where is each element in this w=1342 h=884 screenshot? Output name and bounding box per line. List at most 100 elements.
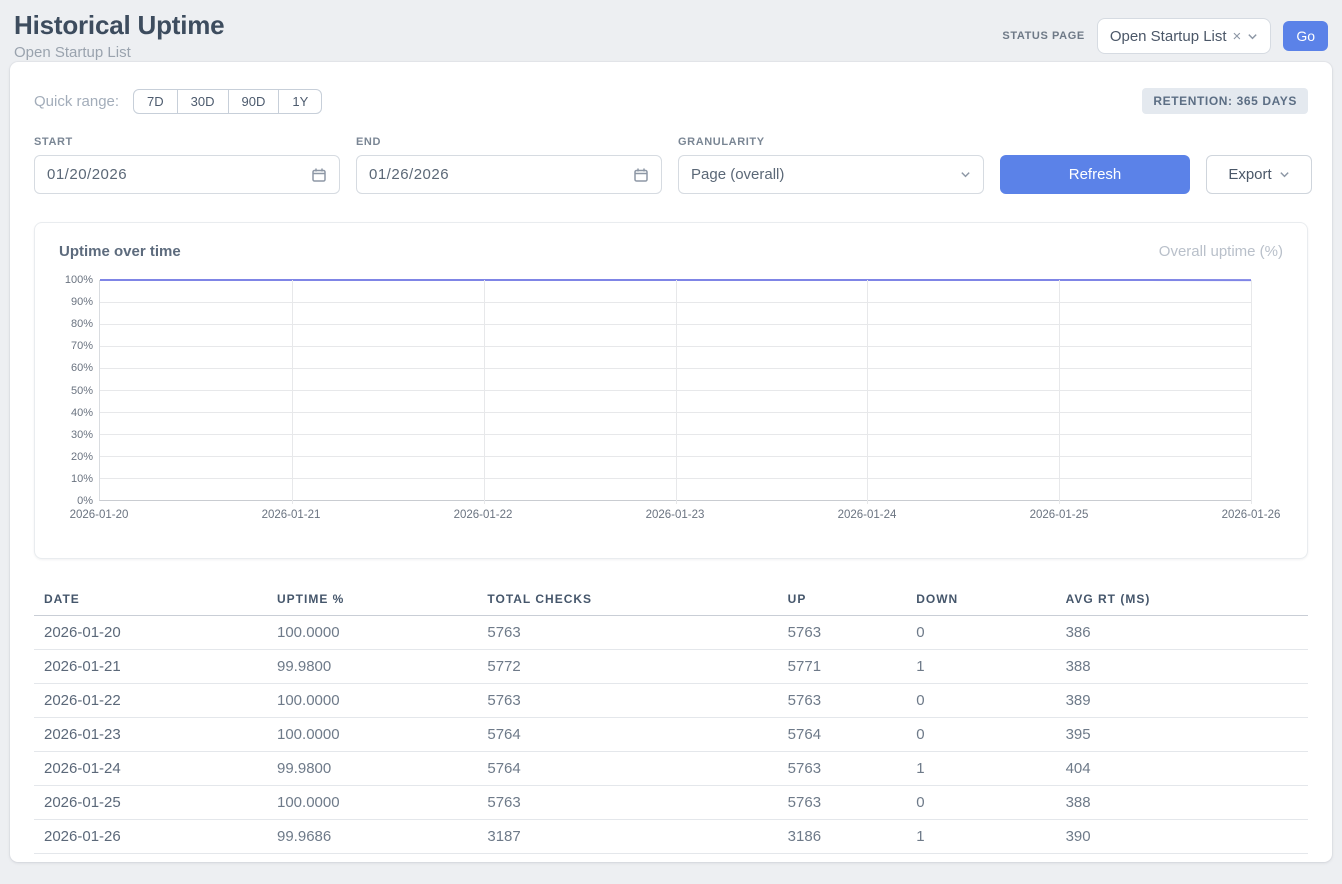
y-axis-tick-label: 10% [71, 473, 93, 485]
table-cell: 0 [906, 718, 1055, 752]
end-date-value: 01/26/2026 [369, 166, 449, 183]
table-row: 2026-01-25100.0000576357630388 [34, 786, 1308, 820]
export-button-label: Export [1228, 166, 1271, 183]
table-cell: 389 [1056, 684, 1308, 718]
table-cell: 0 [906, 684, 1055, 718]
uptime-table: DATEUPTIME %TOTAL CHECKSUPDOWNAVG RT (MS… [34, 583, 1308, 854]
table-cell: 388 [1056, 786, 1308, 820]
status-page-label: STATUS PAGE [1002, 30, 1084, 42]
table-column-header: UPTIME % [267, 583, 477, 616]
x-axis-tick-label: 2026-01-22 [454, 509, 513, 521]
header-titles: Historical Uptime Open Startup List [14, 10, 224, 61]
table-cell: 404 [1056, 752, 1308, 786]
granularity-select[interactable]: Page (overall) [678, 155, 984, 194]
y-axis-tick-label: 60% [71, 362, 93, 374]
status-page-select[interactable]: Open Startup List × [1097, 18, 1272, 54]
y-axis-tick-label: 70% [71, 340, 93, 352]
table-cell: 5763 [477, 684, 777, 718]
start-date-field-group: START 01/20/2026 [34, 136, 340, 194]
table-column-header: AVG RT (MS) [1056, 583, 1308, 616]
table-row: 2026-01-23100.0000576457640395 [34, 718, 1308, 752]
table-column-header: UP [778, 583, 907, 616]
y-axis-tick-label: 30% [71, 429, 93, 441]
vertical-gridline [484, 280, 485, 504]
table-cell: 2026-01-22 [34, 684, 267, 718]
granularity-field-group: GRANULARITY Page (overall) [678, 136, 984, 194]
start-date-input[interactable]: 01/20/2026 [34, 155, 340, 194]
end-date-field-group: END 01/26/2026 [356, 136, 662, 194]
table-cell: 5763 [477, 786, 777, 820]
quick-range-button-1y[interactable]: 1Y [278, 89, 322, 114]
vertical-gridline [867, 280, 868, 504]
chart-body: 100%90%80%70%60%50%40%30%20%10%0% 2026-0… [59, 280, 1251, 531]
header-controls: STATUS PAGE Open Startup List × Go [1002, 18, 1328, 54]
y-axis-tick-label: 90% [71, 296, 93, 308]
y-axis-tick-label: 80% [71, 318, 93, 330]
table-cell: 2026-01-23 [34, 718, 267, 752]
table-cell: 5772 [477, 650, 777, 684]
chart-plot-wrap: 2026-01-202026-01-212026-01-222026-01-23… [99, 280, 1251, 531]
table-cell: 5763 [477, 616, 777, 650]
table-cell: 5764 [778, 718, 907, 752]
table-row: 2026-01-2699.9686318731861390 [34, 820, 1308, 854]
table-cell: 0 [906, 616, 1055, 650]
filters-row: START 01/20/2026 END 01/26/2026 GRANULAR… [34, 136, 1308, 194]
x-axis-tick-label: 2026-01-25 [1030, 509, 1089, 521]
y-axis-tick-label: 0% [77, 495, 93, 507]
chart-plot [99, 280, 1251, 501]
table-cell: 388 [1056, 650, 1308, 684]
uptime-chart-card: Uptime over time Overall uptime (%) 100%… [34, 222, 1308, 559]
quick-range-row: Quick range: 7D30D90D1Y RETENTION: 365 D… [34, 88, 1308, 114]
quick-range-group: 7D30D90D1Y [133, 89, 322, 114]
table-column-header: DATE [34, 583, 267, 616]
calendar-icon[interactable] [311, 167, 327, 183]
vertical-gridline [1251, 280, 1252, 504]
status-page-select-value: Open Startup List [1110, 28, 1227, 45]
clear-selection-icon[interactable]: × [1233, 28, 1242, 45]
table-row: 2026-01-20100.0000576357630386 [34, 616, 1308, 650]
table-cell: 1 [906, 820, 1055, 854]
table-cell: 1 [906, 650, 1055, 684]
end-date-input[interactable]: 01/26/2026 [356, 155, 662, 194]
table-row: 2026-01-2199.9800577257711388 [34, 650, 1308, 684]
go-button[interactable]: Go [1283, 21, 1328, 51]
refresh-button[interactable]: Refresh [1000, 155, 1190, 194]
table-cell: 100.0000 [267, 616, 477, 650]
quick-range-label: Quick range: [34, 93, 119, 110]
table-cell: 395 [1056, 718, 1308, 752]
chevron-down-icon [1279, 169, 1290, 180]
retention-badge: RETENTION: 365 DAYS [1142, 88, 1308, 114]
chart-x-axis: 2026-01-202026-01-212026-01-222026-01-23… [99, 509, 1251, 531]
start-date-value: 01/20/2026 [47, 166, 127, 183]
quick-range-button-7d[interactable]: 7D [133, 89, 178, 114]
x-axis-tick-label: 2026-01-21 [262, 509, 321, 521]
page-title: Historical Uptime [14, 10, 224, 41]
table-header-row: DATEUPTIME %TOTAL CHECKSUPDOWNAVG RT (MS… [34, 583, 1308, 616]
x-axis-tick-label: 2026-01-20 [70, 509, 129, 521]
chart-legend: Overall uptime (%) [1159, 243, 1283, 260]
table-column-header: TOTAL CHECKS [477, 583, 777, 616]
chart-header: Uptime over time Overall uptime (%) [59, 243, 1283, 260]
vertical-gridline [292, 280, 293, 504]
table-cell: 1 [906, 752, 1055, 786]
table-cell: 5764 [477, 752, 777, 786]
table-cell: 5771 [778, 650, 907, 684]
y-axis-tick-label: 100% [65, 274, 93, 286]
quick-range-button-30d[interactable]: 30D [177, 89, 229, 114]
table-cell: 99.9686 [267, 820, 477, 854]
table-cell: 5763 [778, 616, 907, 650]
export-button[interactable]: Export [1206, 155, 1312, 194]
top-header: Historical Uptime Open Startup List STAT… [0, 0, 1342, 62]
granularity-value: Page (overall) [691, 166, 784, 183]
y-axis-tick-label: 50% [71, 385, 93, 397]
x-axis-tick-label: 2026-01-26 [1222, 509, 1281, 521]
quick-range-button-90d[interactable]: 90D [228, 89, 280, 114]
calendar-icon[interactable] [633, 167, 649, 183]
table-cell: 100.0000 [267, 786, 477, 820]
table-cell: 386 [1056, 616, 1308, 650]
vertical-gridline [676, 280, 677, 504]
table-cell: 2026-01-24 [34, 752, 267, 786]
table-cell: 99.9800 [267, 650, 477, 684]
table-cell: 2026-01-26 [34, 820, 267, 854]
table-cell: 3187 [477, 820, 777, 854]
